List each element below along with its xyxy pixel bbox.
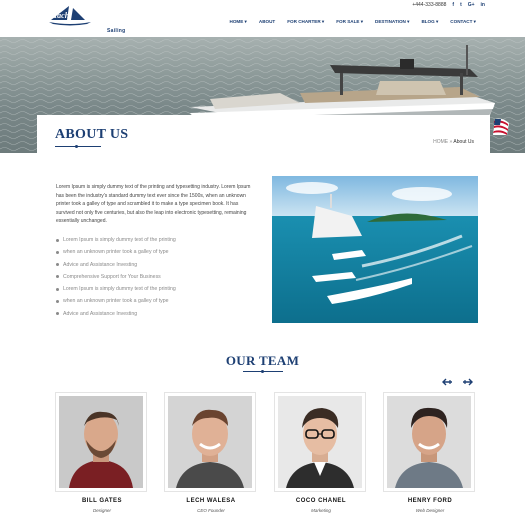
list-item: Comprehensive Support for Your Business	[56, 273, 176, 285]
list-item: when an unknown printer took a galley of…	[56, 248, 176, 260]
sailboat-logo-icon: Yacht	[49, 6, 91, 26]
nav-for-sale[interactable]: FOR SALE ▾	[330, 19, 369, 25]
topbar: +444-333-8888 f t G+ in	[412, 2, 485, 8]
site-logo[interactable]: Yacht Sailing	[47, 4, 125, 34]
language-flag-icon[interactable]	[492, 117, 510, 137]
about-yacht-photo	[272, 176, 478, 323]
facebook-icon[interactable]: f	[452, 2, 454, 8]
team-member-card[interactable]	[164, 392, 256, 492]
member-name: BILL GATES	[81, 498, 123, 504]
logo-text: Sailing	[107, 28, 126, 34]
team-member-card[interactable]	[55, 392, 147, 492]
phone-number: +444-333-8888	[412, 2, 447, 8]
team-member-card[interactable]	[383, 392, 475, 492]
site-header: Yacht Sailing +444-333-8888 f t G+ in HO…	[0, 0, 525, 37]
breadcrumb-separator: »	[449, 139, 453, 145]
yacht-sea-image	[272, 176, 478, 323]
bullet-icon	[56, 238, 59, 242]
nav-contact[interactable]: CONTACT ▾	[444, 19, 482, 25]
next-arrow-icon[interactable]	[462, 377, 474, 387]
feature-list: Lorem Ipsum is simply dummy text of the …	[56, 236, 176, 322]
member-role: Web Designer	[415, 508, 445, 513]
bullet-icon	[56, 299, 59, 303]
member-photo	[59, 396, 143, 488]
nav-destination[interactable]: DESTINATION ▾	[369, 19, 415, 25]
member-name: LECH WALESA	[186, 498, 236, 504]
team-title: OUR TEAM	[225, 353, 300, 368]
bullet-icon	[56, 275, 59, 279]
list-item: Advice and Assistance Investing	[56, 261, 176, 273]
breadcrumb-home[interactable]: HOME	[433, 139, 448, 145]
svg-text:Yacht: Yacht	[53, 11, 72, 20]
member-role: Marketing	[311, 508, 331, 513]
twitter-icon[interactable]: t	[460, 2, 462, 8]
bullet-icon	[56, 287, 59, 291]
title-divider	[55, 145, 101, 148]
nav-home[interactable]: HOME ▾	[224, 19, 253, 25]
google-plus-icon[interactable]: G+	[468, 2, 475, 8]
about-heading-panel: ABOUT US HOME » About Us	[37, 115, 490, 153]
main-nav: HOME ▾ ABOUT FOR CHARTER ▾ FOR SALE ▾ DE…	[224, 19, 483, 25]
member-name: HENRY FORD	[407, 498, 453, 504]
bullet-icon	[56, 263, 59, 267]
nav-blog[interactable]: BLOG ▾	[415, 19, 444, 25]
member-photo	[278, 396, 362, 488]
breadcrumb-current: About Us	[453, 139, 474, 145]
list-item: Lorem Ipsum is simply dummy text of the …	[56, 236, 176, 248]
breadcrumb: HOME » About Us	[433, 139, 474, 145]
prev-arrow-icon[interactable]	[441, 377, 453, 387]
linkedin-icon[interactable]: in	[481, 2, 485, 8]
bullet-icon	[56, 312, 59, 316]
about-paragraph: Lorem Ipsum is simply dummy text of the …	[56, 184, 251, 225]
list-item: Lorem Ipsum is simply dummy text of the …	[56, 285, 176, 297]
member-role: Designer	[92, 508, 111, 513]
page-title: ABOUT US	[55, 127, 129, 142]
member-role: CEO Founder	[197, 508, 225, 513]
member-name: COCO CHANEL	[295, 498, 347, 504]
member-photo	[387, 396, 471, 488]
nav-for-charter[interactable]: FOR CHARTER ▾	[281, 19, 330, 25]
nav-about[interactable]: ABOUT	[253, 19, 281, 25]
team-member-card[interactable]	[274, 392, 366, 492]
team-divider	[243, 370, 283, 373]
list-item: Advice and Assistance Investing	[56, 310, 176, 322]
member-photo	[168, 396, 252, 488]
list-item: when an unknown printer took a galley of…	[56, 297, 176, 309]
bullet-icon	[56, 250, 59, 254]
